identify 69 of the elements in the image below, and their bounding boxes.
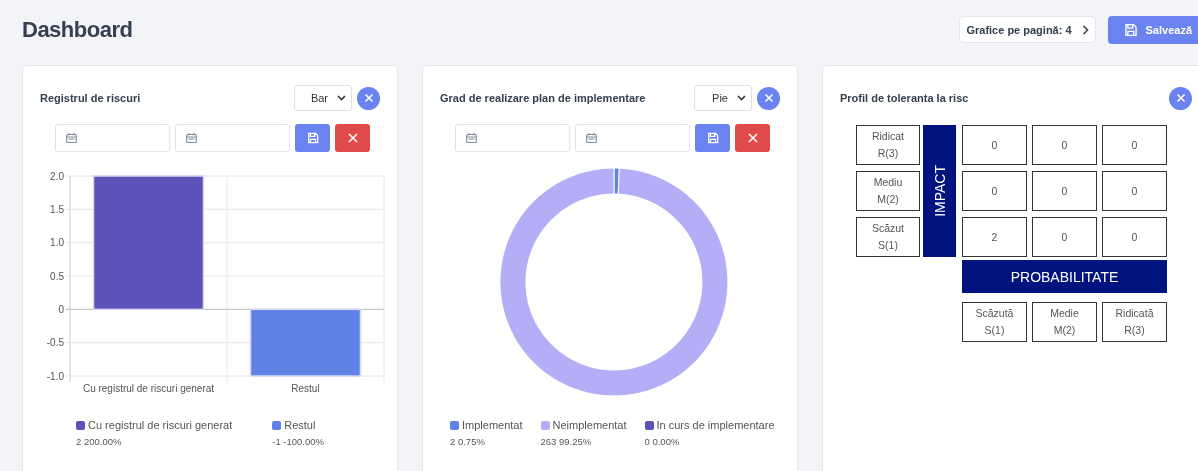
matrix-cell: 0 [1032,217,1097,257]
page-title: Dashboard [22,17,133,43]
matrix-cell: 0 [1032,171,1097,211]
legend-value: 263 99.25% [540,436,593,447]
matrix-cell: 0 [1102,217,1167,257]
axis-tick-label: 0 [58,303,64,315]
legend-value: -1 -100.00% [272,436,324,447]
impact-level-label: Mediu M(2) [856,171,920,211]
chart-title: Grad de realizare plan de implementare [440,92,646,104]
legend-label: Cu registrul de riscuri generat [88,419,233,431]
probability-level-label: Ridicată R(3) [1102,302,1167,342]
save-icon [306,132,319,144]
save-icon [706,132,719,144]
legend-value: 0 0.00% [644,436,681,447]
date-field[interactable] [175,124,290,152]
legend-label: Neimplementat [552,419,627,431]
probability-level-label: Medie M(2) [1032,302,1097,342]
close-button[interactable] [757,86,780,110]
date-field[interactable] [455,124,570,152]
matrix-cell: 0 [1102,125,1167,165]
chart-type-select[interactable]: Bar [294,85,352,111]
matrix-cell: 0 [1102,171,1167,211]
close-icon [747,133,758,143]
close-icon [347,133,358,143]
axis-tick-label: 1.0 [50,237,64,249]
calendar-icon [186,133,197,143]
close-icon [1175,93,1186,103]
category-label: Restul [291,383,320,394]
close-icon [363,93,374,103]
charts-per-page-button[interactable]: Grafice pe pagină: 4 [959,16,1096,43]
legend-label: Restul [284,419,316,431]
calendar-icon [66,133,77,143]
matrix-cell: 0 [962,125,1027,165]
chevron-right-icon [1081,24,1089,35]
matrix-title: Profil de toleranta la risc [840,92,969,104]
axis-tick-label: 1.5 [50,203,64,215]
chevron-down-icon [737,95,746,101]
date-field[interactable] [575,124,690,152]
chart-title: Registrul de riscuri [40,92,141,104]
legend-value: 2 0.75% [450,436,486,447]
legend-label: Implementat [462,419,523,431]
close-icon [763,93,774,103]
axis-tick-label: -0.5 [46,337,64,349]
category-label: Cu registrul de riscuri generat [82,383,215,394]
matrix-cell: 0 [1032,125,1097,165]
impact-axis-label: IMPACT [923,125,956,257]
close-button[interactable] [1169,86,1192,110]
cancel-button[interactable] [735,124,770,152]
impact-level-label: Ridicat R(3) [856,125,920,165]
chevron-down-icon [337,95,346,101]
save-button[interactable] [295,124,330,152]
probability-axis-label: PROBABILITATE [962,260,1167,293]
axis-tick-label: 2.0 [50,170,64,182]
matrix-cell: 0 [962,171,1027,211]
probability-level-label: Scăzută S(1) [962,302,1027,342]
calendar-icon [466,133,477,143]
legend-value: 2 200.00% [76,436,123,447]
axis-tick-label: -1.0 [46,370,64,382]
impact-level-label: Scăzut S(1) [856,217,920,257]
date-field[interactable] [55,124,170,152]
axis-tick-label: 0.5 [50,270,64,282]
matrix-cell: 2 [962,217,1027,257]
save-icon [1124,23,1138,37]
calendar-icon [586,133,597,143]
close-button[interactable] [357,86,380,110]
cancel-button[interactable] [335,124,370,152]
save-button[interactable] [695,124,730,152]
chart-type-select[interactable]: Pie [694,85,752,111]
legend-label: In curs de implementare [656,419,775,431]
